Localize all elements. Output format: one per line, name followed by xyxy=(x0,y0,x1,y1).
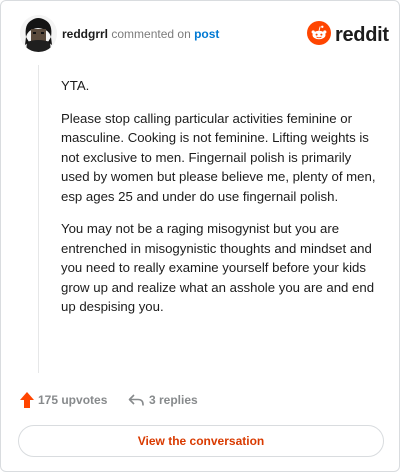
reply-arrow-icon xyxy=(128,394,144,406)
comment-actions: 175 upvotes 3 replies xyxy=(20,392,380,408)
post-link[interactable]: post xyxy=(194,27,219,41)
user-avatar[interactable] xyxy=(20,15,57,52)
comment-paragraph-1: YTA. xyxy=(61,78,90,93)
upvote-count: 175 upvotes xyxy=(38,393,108,407)
upvote-button[interactable]: 175 upvotes xyxy=(20,392,120,408)
comment-paragraph-2: Please stop calling particular activitie… xyxy=(61,110,376,204)
reddit-logo[interactable]: reddit xyxy=(307,21,389,49)
comment-header: reddgrrl commented on post reddit xyxy=(20,15,389,55)
embedded-comment-card: reddgrrl commented on post reddit YTA. P… xyxy=(0,0,400,472)
view-conversation-button[interactable]: View the conversation xyxy=(18,425,384,457)
thread-line xyxy=(38,65,39,373)
comment-paragraph-3: You may not be a raging misogynist but y… xyxy=(61,221,375,314)
comment-meta: reddgrrl commented on post xyxy=(62,27,219,41)
replies-button[interactable]: 3 replies xyxy=(128,392,218,408)
username[interactable]: reddgrrl xyxy=(62,27,108,41)
reddit-snoo-icon xyxy=(307,21,331,45)
reply-count: 3 replies xyxy=(149,393,198,407)
reddit-wordmark: reddit xyxy=(335,24,389,46)
comment-body: YTA. Please stop calling particular acti… xyxy=(61,76,383,330)
commented-on-text: commented on xyxy=(111,27,191,41)
upvote-arrow-icon xyxy=(20,392,34,408)
